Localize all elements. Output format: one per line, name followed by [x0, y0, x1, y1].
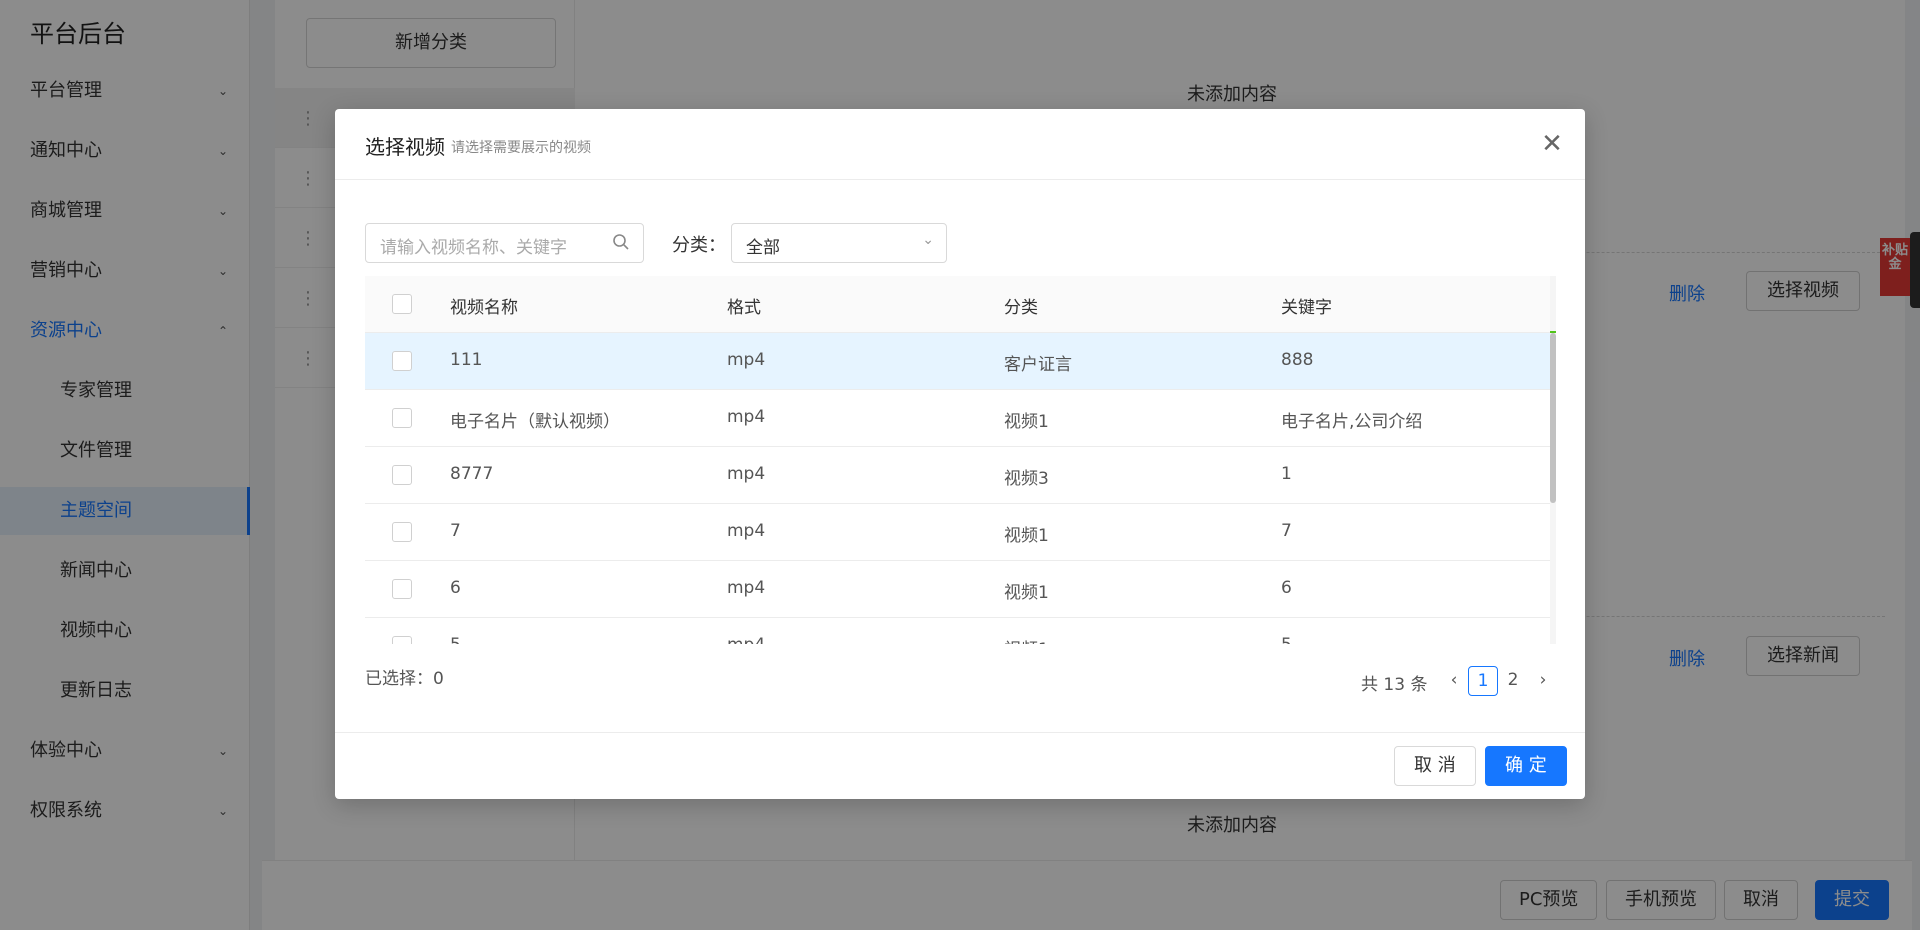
cell-category: 视频1 — [1004, 635, 1049, 644]
total-count: 共 13 条 — [1361, 675, 1428, 695]
modal-cancel-button[interactable]: 取 消 — [1394, 746, 1476, 786]
column-header-name: 视频名称 — [450, 298, 518, 318]
cell-format: mp4 — [727, 635, 765, 644]
select-all-checkbox[interactable] — [392, 294, 412, 314]
page-1[interactable]: 1 — [1468, 666, 1498, 696]
prev-page-icon[interactable]: ‹ — [1439, 666, 1469, 696]
cell-category: 视频1 — [1004, 583, 1049, 603]
cell-name: 6 — [450, 578, 461, 598]
next-page-icon[interactable]: › — [1528, 666, 1558, 696]
search-input[interactable]: 请输入视频名称、关键字 — [365, 223, 644, 263]
video-table: 视频名称 格式 分类 关键字 111 mp4 客户证言 888 电子名片（默认视… — [365, 276, 1550, 644]
scroll-indicator — [1550, 331, 1556, 333]
table-row[interactable]: 111 mp4 客户证言 888 — [365, 333, 1550, 390]
cell-format: mp4 — [727, 407, 766, 427]
cell-category: 客户证言 — [1004, 355, 1072, 375]
row-checkbox[interactable] — [392, 636, 412, 644]
selected-count: 已选择：0 — [365, 669, 444, 689]
cell-name: 7 — [450, 521, 461, 541]
cell-name: 8777 — [450, 464, 494, 484]
page-2[interactable]: 2 — [1498, 666, 1528, 696]
row-checkbox[interactable] — [392, 579, 412, 599]
cell-name: 111 — [450, 350, 483, 370]
cell-category: 视频1 — [1004, 412, 1049, 432]
column-header-category: 分类 — [1004, 298, 1038, 318]
cell-format: mp4 — [727, 521, 766, 541]
table-row[interactable]: 6 mp4 视频1 6 — [365, 561, 1550, 618]
column-header-format: 格式 — [727, 298, 761, 318]
modal-ok-button[interactable]: 确 定 — [1485, 746, 1567, 786]
table-row[interactable]: 8777 mp4 视频3 1 — [365, 447, 1550, 504]
category-filter-label: 分类： — [672, 235, 726, 256]
cell-category: 视频3 — [1004, 469, 1049, 489]
close-icon[interactable]: ✕ — [1537, 129, 1567, 159]
cell-keywords: 1 — [1281, 464, 1292, 484]
cell-category: 视频1 — [1004, 526, 1049, 546]
cell-keywords: 5 — [1281, 635, 1292, 644]
cell-keywords: 电子名片,公司介绍 — [1281, 412, 1423, 432]
search-placeholder: 请输入视频名称、关键字 — [380, 238, 567, 258]
cell-format: mp4 — [727, 464, 766, 484]
cell-keywords: 6 — [1281, 578, 1292, 598]
column-header-keywords: 关键字 — [1281, 298, 1332, 318]
cell-keywords: 888 — [1281, 350, 1314, 370]
cell-format: mp4 — [727, 578, 766, 598]
row-checkbox[interactable] — [392, 351, 412, 371]
chevron-down-icon: ⌄ — [922, 232, 934, 248]
cell-keywords: 7 — [1281, 521, 1292, 541]
table-header: 视频名称 格式 分类 关键字 — [365, 276, 1550, 333]
category-select-value: 全部 — [746, 238, 780, 258]
table-row[interactable]: 5 mp4 视频1 5 — [365, 618, 1550, 644]
row-checkbox[interactable] — [392, 522, 412, 542]
cell-name: 电子名片（默认视频） — [450, 412, 620, 432]
select-video-modal: 选择视频 请选择需要展示的视频 ✕ 请输入视频名称、关键字 分类： 全部 ⌄ 视… — [335, 109, 1585, 799]
table-row[interactable]: 7 mp4 视频1 7 — [365, 504, 1550, 561]
row-checkbox[interactable] — [392, 465, 412, 485]
modal-title: 选择视频 — [365, 135, 445, 159]
cell-name: 5 — [450, 635, 461, 644]
table-row[interactable]: 电子名片（默认视频） mp4 视频1 电子名片,公司介绍 — [365, 390, 1550, 447]
cell-format: mp4 — [727, 350, 766, 370]
category-select[interactable]: 全部 ⌄ — [731, 223, 947, 263]
row-checkbox[interactable] — [392, 408, 412, 428]
scrollbar-thumb[interactable] — [1550, 333, 1556, 503]
search-icon[interactable] — [611, 232, 631, 252]
modal-header: 选择视频 请选择需要展示的视频 ✕ — [335, 109, 1585, 180]
modal-subtitle: 请选择需要展示的视频 — [451, 140, 591, 156]
